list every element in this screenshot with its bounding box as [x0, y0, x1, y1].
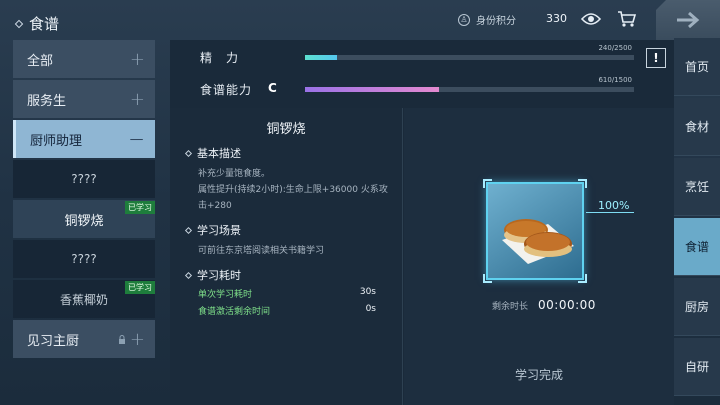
recipe-item-label: ????	[71, 252, 97, 266]
dorayaki-image	[502, 219, 574, 264]
menu-item-label: 见习主厨	[27, 333, 80, 349]
category-menu: 全部 + 服务生 + 厨师助理 − ???? 铜锣烧 已学习 ???? 香蕉椰奶…	[13, 40, 155, 360]
learn-complete-status: 学习完成	[514, 368, 563, 382]
learned-badge: 已学习	[125, 201, 155, 214]
recipe-item-unknown-1[interactable]: ????	[13, 160, 155, 198]
remaining-time: 剩余时长 00:00:00	[492, 298, 596, 312]
basic-line: 属性提升(持续2小时):生命上限+36000 火系攻击+280	[198, 185, 388, 211]
menu-item-label: 全部	[27, 53, 54, 69]
activate-time-label: 食谱激活剩余时间	[198, 307, 271, 317]
recipe-ability-label: 食谱能力	[200, 83, 253, 97]
recipe-ability-row: 食谱能力 C 610/1500	[170, 74, 674, 104]
id-points: ♙ 身份积分	[458, 12, 516, 27]
back-arrow-icon	[677, 11, 700, 29]
back-button[interactable]	[656, 0, 720, 40]
tab-recipes[interactable]: 食谱	[674, 218, 720, 276]
single-time-value: 30s	[359, 287, 376, 297]
activate-time-value: 0s	[365, 304, 376, 314]
time-section-heading: 学习耗时	[184, 267, 402, 283]
lock-icon	[118, 334, 125, 344]
diamond-icon	[184, 149, 193, 157]
plus-icon: +	[129, 48, 145, 70]
progress-pointer	[586, 212, 634, 213]
recipe-ability-bar	[305, 87, 634, 92]
remaining-label: 剩余时长	[492, 301, 529, 312]
menu-item-apprentice-chef[interactable]: 见习主厨 +	[13, 320, 155, 358]
basic-line: 补充少量饱食度。	[198, 169, 271, 179]
recipe-item-label: ????	[71, 172, 97, 186]
tab-home[interactable]: 首页	[674, 38, 720, 96]
tab-cooking[interactable]: 烹饪	[674, 158, 720, 216]
menu-item-all[interactable]: 全部 +	[13, 40, 155, 78]
menu-item-waiter[interactable]: 服务生 +	[13, 80, 155, 118]
time-heading: 学习耗时	[197, 269, 241, 282]
recipe-ability-value: 610/1500	[598, 76, 632, 84]
shop-button[interactable]	[614, 8, 640, 30]
tab-kitchen[interactable]: 厨房	[674, 278, 720, 336]
basic-section-heading: 基本描述	[184, 145, 402, 161]
activate-time-row: 食谱激活剩余时间 0s	[198, 304, 376, 317]
single-time-label: 单次学习耗时	[198, 290, 253, 300]
menu-item-chef-assistant[interactable]: 厨师助理 −	[13, 120, 155, 158]
page-title: 食谱	[29, 15, 60, 33]
plus-icon: +	[129, 88, 145, 110]
diamond-icon	[184, 271, 193, 279]
lock-plus-wrap: +	[118, 329, 145, 350]
recipe-item-dorayaki[interactable]: 铜锣烧 已学习	[13, 200, 155, 238]
recipe-item-label: 香蕉椰奶	[59, 292, 108, 307]
recipe-ability-grade: C	[268, 81, 277, 95]
energy-bar-fill	[305, 55, 337, 60]
top-bar: 食谱 ♙ 身份积分 330	[0, 0, 720, 40]
diamond-icon	[184, 226, 193, 234]
badge-icon: ♙	[458, 13, 470, 26]
recipe-ability-bar-fill	[305, 87, 439, 92]
learn-progress-percent: 100%	[598, 199, 630, 212]
scene-heading: 学习场景	[197, 224, 241, 237]
energy-label: 精 力	[200, 51, 240, 65]
recipe-panel: 精 力 240/2500 ! 食谱能力 C 610/1500 铜锣烧 基本描述 …	[170, 40, 674, 405]
learning-panel: 100% 剩余时长 00:00:00 学习完成	[404, 108, 674, 405]
scene-description: 可前往东京塔阅读相关书籍学习	[198, 246, 325, 256]
scene-section-heading: 学习场景	[184, 222, 402, 238]
recipe-item-label: 铜锣烧	[64, 213, 104, 229]
page-title-wrap: 食谱	[14, 13, 60, 34]
plus-icon: +	[129, 328, 145, 350]
cart-icon	[618, 11, 637, 27]
remaining-time-value: 00:00:00	[538, 298, 596, 312]
eye-icon	[581, 13, 601, 25]
recipe-image-frame	[483, 179, 587, 283]
energy-bar	[305, 55, 634, 60]
recipe-item-banana-coconut-milk[interactable]: 香蕉椰奶 已学习	[13, 280, 155, 318]
recipe-item-unknown-2[interactable]: ????	[13, 240, 155, 278]
minus-icon: −	[128, 127, 145, 151]
tab-research[interactable]: 自研	[674, 338, 720, 396]
eye-button[interactable]	[578, 8, 604, 30]
right-tab-bar: 首页 食材 烹饪 食谱 厨房 自研	[674, 38, 720, 398]
recipe-title: 铜锣烧	[266, 122, 306, 137]
recipe-detail: 铜锣烧 基本描述 补充少量饱食度。 属性提升(持续2小时):生命上限+36000…	[170, 108, 403, 405]
basic-description: 补充少量饱食度。 属性提升(持续2小时):生命上限+36000 火系攻击+280	[198, 166, 388, 214]
learned-badge: 已学习	[125, 281, 155, 294]
id-points-value: 330	[546, 12, 567, 25]
id-points-label: 身份积分	[476, 16, 516, 27]
tab-ingredients[interactable]: 食材	[674, 98, 720, 156]
diamond-icon	[14, 19, 24, 28]
menu-item-label: 服务生	[27, 93, 67, 109]
info-button[interactable]: !	[646, 48, 666, 68]
energy-row: 精 力 240/2500 !	[170, 42, 674, 72]
single-time-row: 单次学习耗时 30s	[198, 287, 376, 300]
basic-heading: 基本描述	[197, 147, 241, 160]
menu-item-label: 厨师助理	[30, 133, 83, 149]
energy-value: 240/2500	[598, 44, 632, 52]
